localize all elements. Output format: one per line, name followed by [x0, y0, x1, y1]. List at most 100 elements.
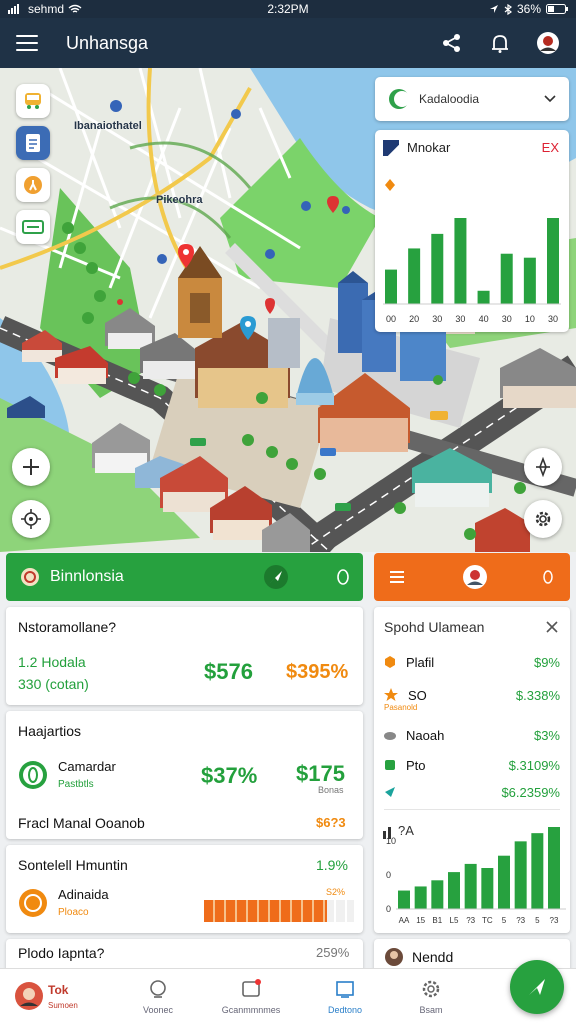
chart-tick-label: 00	[386, 314, 396, 324]
detail-card[interactable]: Haajartios Camardar Pastbtls $37% $175 B…	[6, 711, 363, 839]
chart-tick-label: 5	[535, 916, 540, 925]
compass-button[interactable]	[524, 448, 562, 486]
nav-label: Bsam	[419, 1005, 443, 1015]
chart-bar	[385, 269, 397, 304]
list-item[interactable]: Pto $.3109%	[384, 755, 560, 775]
summary-card[interactable]: Nstoramollane? 1.2 Hodala 330 (cotan) $5…	[6, 607, 363, 705]
chart-bar	[454, 218, 467, 304]
settings-button[interactable]	[524, 500, 562, 538]
nav-item-2[interactable]: Gcanmmnmes	[206, 969, 296, 1024]
detail-item-title: Camardar	[58, 759, 116, 774]
detail-footer-label: Fracl Manal Ooanob	[18, 815, 145, 831]
chart-tick-label: ?3	[516, 916, 525, 925]
chart-tick-label: B1	[432, 916, 442, 925]
app-bar: Unhansga	[0, 18, 576, 68]
footer-card-value: 259%	[316, 945, 350, 960]
nav-item-3[interactable]: Dedtono	[300, 969, 390, 1024]
compass-icon	[536, 457, 550, 477]
progress-item-sub: Ploaco	[58, 907, 89, 918]
chart-y-label: 0	[386, 870, 391, 880]
location-arrow-icon	[489, 5, 498, 13]
pin-outline-icon[interactable]	[336, 568, 350, 586]
list-item-value: $.338%	[515, 687, 560, 703]
right-panel-header[interactable]	[374, 553, 570, 601]
list-icon[interactable]	[390, 571, 404, 583]
document-icon[interactable]	[16, 126, 50, 160]
map-chart-card: Mnokar EX 00 20 30 30 40 30 10 30	[375, 130, 569, 332]
detail-item-sub: Pastbtls	[58, 779, 94, 790]
chevron-down-icon	[544, 95, 556, 103]
list-item[interactable]: SO $.338%	[384, 685, 560, 705]
map-icon	[385, 760, 395, 770]
chart-tick-label: 10	[525, 314, 535, 324]
walk-icon[interactable]	[16, 168, 50, 202]
layer-select[interactable]: Kadaloodia	[375, 77, 569, 121]
detail-footer-value: $6?3	[316, 815, 346, 830]
bell-icon[interactable]	[488, 31, 512, 55]
progress-item-title: Adinaida	[58, 887, 109, 902]
layers-icon[interactable]	[16, 210, 50, 244]
avatar[interactable]	[536, 31, 560, 55]
detail-title: Haajartios	[18, 723, 82, 739]
chart-y-label: 10	[386, 836, 396, 846]
user-avatar[interactable]	[462, 564, 488, 590]
list-item-label: Pto	[406, 757, 426, 773]
chart-bar	[477, 290, 490, 304]
chart-tick-label: 30	[455, 314, 465, 324]
locate-button[interactable]	[12, 500, 50, 538]
map-label-2: Pikeohra	[156, 194, 203, 206]
nav-item-4[interactable]: Bsam	[386, 969, 476, 1024]
chart-logo-icon	[383, 140, 399, 156]
list-item[interactable]: Plafil $9%	[384, 652, 560, 672]
bus-icon[interactable]	[16, 84, 50, 118]
signal-icon	[8, 4, 19, 14]
progress-card[interactable]: Sontelell Hmuntin 1.9% Adinaida Ploaco S…	[6, 845, 363, 933]
chart-bar	[531, 833, 544, 909]
progress-bar-fill	[204, 900, 327, 922]
nav-label: Gcanmmnmes	[221, 1005, 281, 1015]
sun-icon	[19, 889, 47, 917]
list-item-value: $9%	[533, 654, 560, 670]
chart-tick-label: TC	[482, 916, 493, 925]
summary-line-1: 1.2 Hodala	[18, 654, 86, 670]
gear-icon	[535, 511, 551, 527]
list-item[interactable]: Naoah $3%	[384, 725, 560, 745]
bottom-nav: Tok Sumoen Voonec Gcanmmnmes Dedtono Bsa…	[0, 968, 576, 1024]
nav-item-1[interactable]: Voonec	[113, 969, 203, 1024]
chart-bar	[431, 880, 444, 909]
summary-value-2: $395%	[286, 661, 349, 683]
gear-icon	[421, 979, 441, 999]
detail-value-1: $37%	[201, 763, 258, 788]
leaf-icon	[19, 761, 47, 789]
detail-value-2-sub: Bonas	[318, 785, 344, 795]
navigation-icon[interactable]	[263, 564, 289, 590]
share-icon[interactable]	[440, 31, 464, 55]
list-item[interactable]: $6.2359%	[384, 782, 560, 802]
nav-item-profile[interactable]: Tok Sumoen	[0, 969, 100, 1024]
messages-icon	[241, 979, 261, 999]
zoom-in-button[interactable]	[12, 448, 50, 486]
left-panel-header[interactable]: Binnlonsia	[6, 553, 363, 601]
navigate-fab[interactable]	[510, 960, 564, 1014]
chart-tick-label: L5	[450, 916, 459, 925]
map-chart-close[interactable]: EX	[542, 140, 559, 155]
chart-bar	[481, 868, 494, 909]
star-icon	[384, 688, 398, 701]
summary-line-2: 330 (cotan)	[18, 676, 89, 692]
map-chart-title: Mnokar	[407, 140, 451, 155]
right-footer-label: Nendd	[412, 949, 454, 965]
map-view[interactable]: Ibanaiothatel Pikeohra Kadaloodia Mnokar…	[0, 68, 576, 552]
chart-tick-label: 30	[432, 314, 442, 324]
pin-outline-icon[interactable]	[542, 569, 554, 585]
menu-icon[interactable]	[16, 35, 38, 51]
chart-tick-label: 20	[409, 314, 419, 324]
location-icon	[148, 979, 168, 999]
hexagon-icon	[385, 656, 395, 668]
left-panel-title: Binnlonsia	[50, 568, 124, 585]
detail-value-2: $175	[296, 761, 345, 786]
chart-tick-label: 30	[548, 314, 558, 324]
right-list-card[interactable]: Spohd Ulamean Plafil $9% SO $.338% Pasan…	[374, 607, 570, 933]
list-item-value: $6.2359%	[501, 784, 560, 800]
cloud-icon	[384, 732, 396, 740]
close-icon[interactable]	[546, 621, 558, 633]
